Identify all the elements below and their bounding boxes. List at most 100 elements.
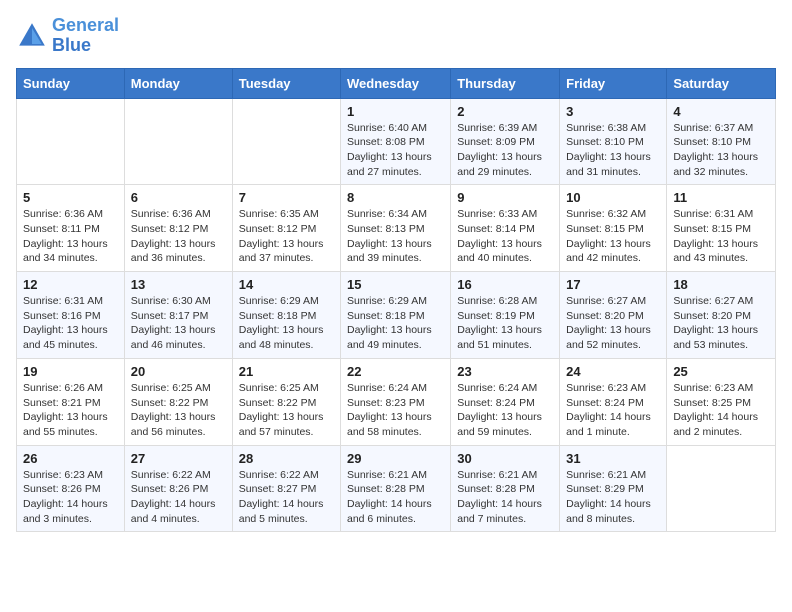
day-info: Sunrise: 6:39 AM Sunset: 8:09 PM Dayligh… [457, 121, 553, 180]
header-cell-thursday: Thursday [451, 68, 560, 98]
day-info: Sunrise: 6:22 AM Sunset: 8:26 PM Dayligh… [131, 468, 226, 527]
calendar-cell: 16 Sunrise: 6:28 AM Sunset: 8:19 PM Dayli… [451, 272, 560, 359]
week-row: 1Sunrise: 6:40 AM Sunset: 8:08 PM Daylig… [17, 98, 776, 185]
calendar-header: SundayMondayTuesdayWednesdayThursdayFrid… [17, 68, 776, 98]
calendar-cell: 6 Sunrise: 6:36 AM Sunset: 8:12 PM Daylig… [124, 185, 232, 272]
day-number: 3 [566, 104, 660, 119]
day-info: Sunrise: 6:25 AM Sunset: 8:22 PM Dayligh… [239, 381, 334, 440]
calendar-cell: 17 Sunrise: 6:27 AM Sunset: 8:20 PM Dayli… [560, 272, 667, 359]
calendar-cell: 12Sunrise: 6:31 AM Sunset: 8:16 PM Dayli… [17, 272, 125, 359]
day-info: Sunrise: 6:29 AM Sunset: 8:18 PM Dayligh… [239, 294, 334, 353]
logo-icon [16, 20, 48, 52]
calendar-cell: 26 Sunrise: 6:23 AM Sunset: 8:26 PM Dayli… [17, 445, 125, 532]
day-number: 6 [131, 190, 226, 205]
day-info: Sunrise: 6:32 AM Sunset: 8:15 PM Dayligh… [566, 207, 660, 266]
calendar-cell: 24 Sunrise: 6:23 AM Sunset: 8:24 PM Dayli… [560, 358, 667, 445]
week-row: 12Sunrise: 6:31 AM Sunset: 8:16 PM Dayli… [17, 272, 776, 359]
day-number: 22 [347, 364, 444, 379]
day-number: 5 [23, 190, 118, 205]
week-row: 5 Sunrise: 6:36 AM Sunset: 8:11 PM Daylig… [17, 185, 776, 272]
day-number: 8 [347, 190, 444, 205]
day-number: 23 [457, 364, 553, 379]
header: General Blue [16, 16, 776, 56]
day-info: Sunrise: 6:37 AM Sunset: 8:10 PM Dayligh… [673, 121, 769, 180]
day-info: Sunrise: 6:27 AM Sunset: 8:20 PM Dayligh… [566, 294, 660, 353]
header-cell-sunday: Sunday [17, 68, 125, 98]
calendar-cell: 25 Sunrise: 6:23 AM Sunset: 8:25 PM Dayli… [667, 358, 776, 445]
calendar-cell: 1Sunrise: 6:40 AM Sunset: 8:08 PM Daylig… [341, 98, 451, 185]
logo: General Blue [16, 16, 119, 56]
logo-text: General Blue [52, 16, 119, 56]
calendar-cell: 20 Sunrise: 6:25 AM Sunset: 8:22 PM Dayli… [124, 358, 232, 445]
day-info: Sunrise: 6:31 AM Sunset: 8:15 PM Dayligh… [673, 207, 769, 266]
day-info: Sunrise: 6:28 AM Sunset: 8:19 PM Dayligh… [457, 294, 553, 353]
day-info: Sunrise: 6:21 AM Sunset: 8:29 PM Dayligh… [566, 468, 660, 527]
calendar-cell: 21 Sunrise: 6:25 AM Sunset: 8:22 PM Dayli… [232, 358, 340, 445]
calendar-cell [232, 98, 340, 185]
calendar-cell [17, 98, 125, 185]
day-info: Sunrise: 6:36 AM Sunset: 8:12 PM Dayligh… [131, 207, 226, 266]
calendar-cell: 31 Sunrise: 6:21 AM Sunset: 8:29 PM Dayli… [560, 445, 667, 532]
day-info: Sunrise: 6:26 AM Sunset: 8:21 PM Dayligh… [23, 381, 118, 440]
day-number: 21 [239, 364, 334, 379]
calendar-cell: 5 Sunrise: 6:36 AM Sunset: 8:11 PM Daylig… [17, 185, 125, 272]
day-number: 16 [457, 277, 553, 292]
day-number: 26 [23, 451, 118, 466]
calendar-cell: 10 Sunrise: 6:32 AM Sunset: 8:15 PM Dayli… [560, 185, 667, 272]
day-number: 20 [131, 364, 226, 379]
calendar-cell: 2Sunrise: 6:39 AM Sunset: 8:09 PM Daylig… [451, 98, 560, 185]
day-number: 31 [566, 451, 660, 466]
calendar-cell: 30 Sunrise: 6:21 AM Sunset: 8:28 PM Dayli… [451, 445, 560, 532]
header-cell-friday: Friday [560, 68, 667, 98]
day-number: 29 [347, 451, 444, 466]
day-info: Sunrise: 6:34 AM Sunset: 8:13 PM Dayligh… [347, 207, 444, 266]
day-info: Sunrise: 6:21 AM Sunset: 8:28 PM Dayligh… [457, 468, 553, 527]
calendar-cell: 29Sunrise: 6:21 AM Sunset: 8:28 PM Dayli… [341, 445, 451, 532]
day-number: 25 [673, 364, 769, 379]
day-number: 17 [566, 277, 660, 292]
day-number: 1 [347, 104, 444, 119]
day-info: Sunrise: 6:29 AM Sunset: 8:18 PM Dayligh… [347, 294, 444, 353]
day-info: Sunrise: 6:24 AM Sunset: 8:24 PM Dayligh… [457, 381, 553, 440]
day-number: 11 [673, 190, 769, 205]
calendar-cell: 22 Sunrise: 6:24 AM Sunset: 8:23 PM Dayli… [341, 358, 451, 445]
calendar-cell: 15 Sunrise: 6:29 AM Sunset: 8:18 PM Dayli… [341, 272, 451, 359]
header-cell-monday: Monday [124, 68, 232, 98]
calendar-body: 1Sunrise: 6:40 AM Sunset: 8:08 PM Daylig… [17, 98, 776, 532]
calendar-cell: 23 Sunrise: 6:24 AM Sunset: 8:24 PM Dayli… [451, 358, 560, 445]
day-info: Sunrise: 6:23 AM Sunset: 8:26 PM Dayligh… [23, 468, 118, 527]
day-info: Sunrise: 6:33 AM Sunset: 8:14 PM Dayligh… [457, 207, 553, 266]
calendar-cell: 4Sunrise: 6:37 AM Sunset: 8:10 PM Daylig… [667, 98, 776, 185]
calendar-cell [124, 98, 232, 185]
day-number: 24 [566, 364, 660, 379]
calendar-cell: 11 Sunrise: 6:31 AM Sunset: 8:15 PM Dayli… [667, 185, 776, 272]
calendar-cell: 19 Sunrise: 6:26 AM Sunset: 8:21 PM Dayli… [17, 358, 125, 445]
header-row: SundayMondayTuesdayWednesdayThursdayFrid… [17, 68, 776, 98]
day-info: Sunrise: 6:23 AM Sunset: 8:24 PM Dayligh… [566, 381, 660, 440]
header-cell-wednesday: Wednesday [341, 68, 451, 98]
calendar-cell: 28Sunrise: 6:22 AM Sunset: 8:27 PM Dayli… [232, 445, 340, 532]
calendar-cell: 14Sunrise: 6:29 AM Sunset: 8:18 PM Dayli… [232, 272, 340, 359]
week-row: 26 Sunrise: 6:23 AM Sunset: 8:26 PM Dayli… [17, 445, 776, 532]
day-info: Sunrise: 6:24 AM Sunset: 8:23 PM Dayligh… [347, 381, 444, 440]
day-number: 9 [457, 190, 553, 205]
day-info: Sunrise: 6:36 AM Sunset: 8:11 PM Dayligh… [23, 207, 118, 266]
day-number: 10 [566, 190, 660, 205]
calendar-cell: 27 Sunrise: 6:22 AM Sunset: 8:26 PM Dayli… [124, 445, 232, 532]
day-number: 27 [131, 451, 226, 466]
header-cell-saturday: Saturday [667, 68, 776, 98]
day-number: 30 [457, 451, 553, 466]
day-info: Sunrise: 6:30 AM Sunset: 8:17 PM Dayligh… [131, 294, 226, 353]
day-number: 18 [673, 277, 769, 292]
calendar-cell: 8 Sunrise: 6:34 AM Sunset: 8:13 PM Daylig… [341, 185, 451, 272]
header-cell-tuesday: Tuesday [232, 68, 340, 98]
day-info: Sunrise: 6:35 AM Sunset: 8:12 PM Dayligh… [239, 207, 334, 266]
day-number: 12 [23, 277, 118, 292]
day-number: 15 [347, 277, 444, 292]
day-info: Sunrise: 6:25 AM Sunset: 8:22 PM Dayligh… [131, 381, 226, 440]
calendar-cell: 7 Sunrise: 6:35 AM Sunset: 8:12 PM Daylig… [232, 185, 340, 272]
day-number: 28 [239, 451, 334, 466]
day-info: Sunrise: 6:23 AM Sunset: 8:25 PM Dayligh… [673, 381, 769, 440]
day-number: 19 [23, 364, 118, 379]
day-number: 7 [239, 190, 334, 205]
